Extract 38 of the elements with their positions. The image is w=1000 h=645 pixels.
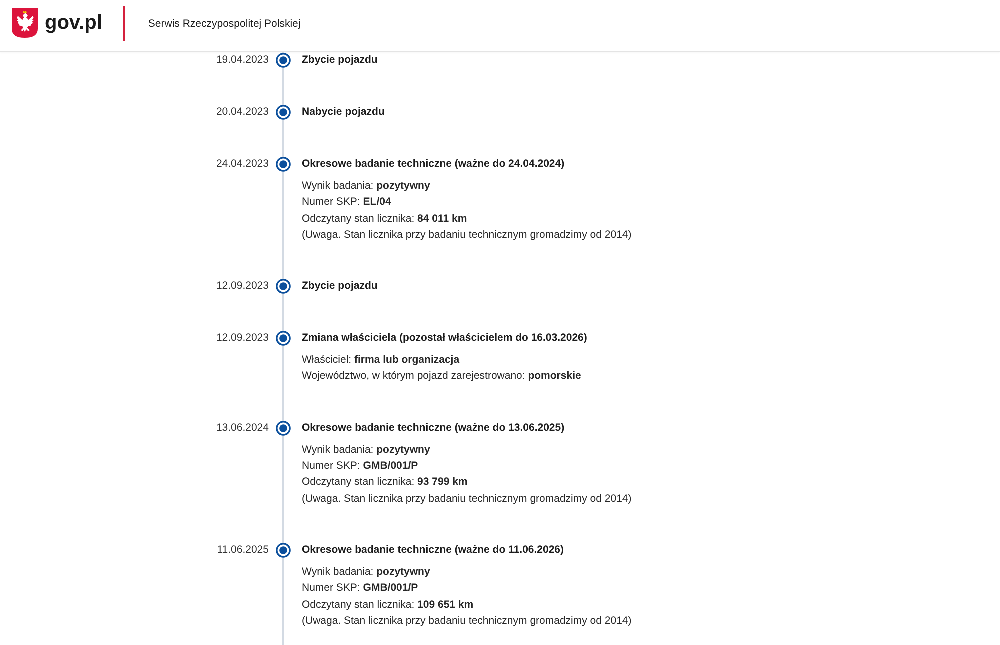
event-title: Zmiana właściciela (pozostał właścicielem do 16.03.2026)	[302, 331, 588, 346]
timeline-dot-icon	[276, 542, 290, 558]
event-title: Zbycie pojazdu	[302, 53, 378, 68]
event-detail: Numer SKP: GMB/001/P	[302, 581, 418, 596]
event-date: 12.09.2023	[216, 331, 270, 346]
event-title: Zbycie pojazdu	[302, 279, 378, 294]
eagle-shield-icon[interactable]	[12, 8, 38, 38]
event-detail: (Uwaga. Stan licznika przy badaniu technicznym gromadzimy od 2014)	[302, 492, 632, 507]
timeline-dot-icon	[276, 105, 290, 120]
event-title: Okresowe badanie techniczne (ważne do 24.04.2024)	[302, 157, 565, 172]
timeline-dot-icon	[276, 157, 290, 172]
event-detail: Odczytany stan licznika: 109 651 km	[302, 598, 474, 613]
timeline-dot-icon	[276, 331, 290, 346]
timeline-dot-icon	[276, 53, 290, 68]
service-name: Serwis Rzeczypospolitej Polskiej	[148, 18, 301, 30]
event-detail: Odczytany stan licznika: 93 799 km	[302, 475, 468, 490]
timeline-dot-icon	[276, 420, 290, 436]
event-date: 13.06.2024	[216, 420, 270, 436]
event-detail: Wynik badania: pozytywny	[302, 442, 430, 458]
event-date: 12.09.2023	[216, 279, 270, 294]
event-date: 11.06.2025	[217, 542, 270, 558]
event-detail: Wynik badania: pozytywny	[302, 564, 430, 580]
event-detail: Numer SKP: EL/04	[302, 195, 392, 210]
event-detail: Województwo, w którym pojazd zarejestrowano: pomorskie	[302, 369, 582, 384]
event-date: 20.04.2023	[216, 105, 270, 120]
event-title: Okresowe badanie techniczne (ważne do 13.06.2025)	[302, 420, 565, 436]
event-detail: (Uwaga. Stan licznika przy badaniu technicznym gromadzimy od 2014)	[302, 228, 632, 243]
event-detail: Właściciel: firma lub organizacja	[302, 353, 460, 368]
event-detail: (Uwaga. Stan licznika przy badaniu technicznym gromadzimy od 2014)	[302, 614, 632, 629]
event-title: Okresowe badanie techniczne (ważne do 11.06.2026)	[302, 542, 564, 558]
home-link[interactable]: gov.pl	[45, 12, 102, 35]
timeline-dot-icon	[276, 279, 290, 294]
event-date: 24.04.2023	[216, 157, 270, 172]
event-detail: Numer SKP: GMB/001/P	[302, 459, 418, 474]
event-detail: Odczytany stan licznika: 84 011 km	[302, 212, 468, 227]
event-detail: Wynik badania: pozytywny	[302, 179, 430, 194]
event-date: 19.04.2023	[216, 53, 270, 68]
event-title: Nabycie pojazdu	[302, 105, 385, 120]
